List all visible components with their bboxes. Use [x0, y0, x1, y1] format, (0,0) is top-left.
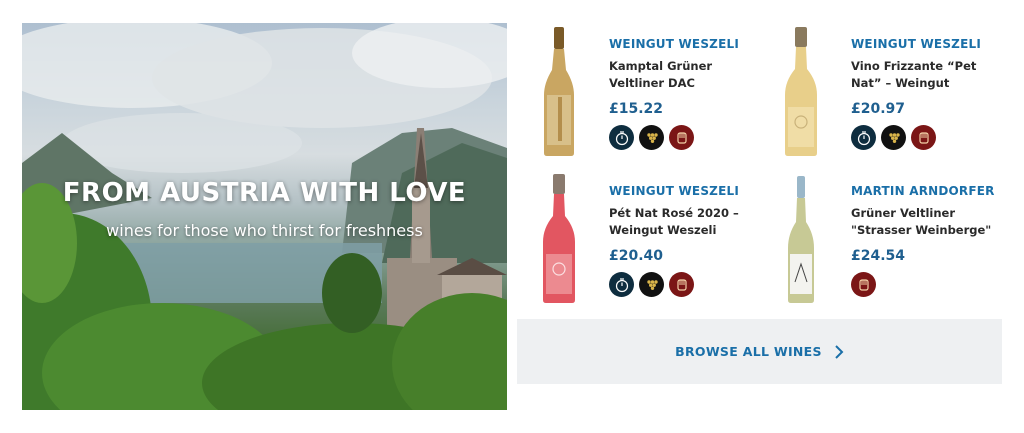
fist-icon [851, 272, 876, 297]
bottle-image[interactable] [526, 25, 592, 160]
product-card[interactable]: WEINGUT WESZELI Vino Frizzante “Pet Nat”… [768, 25, 1008, 160]
product-name[interactable]: Pét Nat Rosé 2020 – Weingut Weszeli [609, 205, 759, 239]
fist-icon [669, 272, 694, 297]
product-price: £20.97 [851, 101, 906, 117]
product-producer[interactable]: WEINGUT WESZELI [609, 184, 759, 198]
badge-row [851, 125, 1001, 150]
clock-icon [851, 125, 876, 150]
clock-icon [609, 272, 634, 297]
bottle-image[interactable] [768, 172, 834, 307]
hero-banner[interactable]: FROM AUSTRIA WITH LOVE wines for those w… [22, 23, 507, 410]
product-name[interactable]: Grüner Veltliner "Strasser Weinberge" [851, 205, 1001, 239]
browse-label: BROWSE ALL WINES [675, 344, 822, 359]
product-producer[interactable]: MARTIN ARNDORFER [851, 184, 1001, 198]
grapes-icon [881, 125, 906, 150]
badge-row [609, 125, 759, 150]
fist-icon [669, 125, 694, 150]
product-price: £20.40 [609, 248, 664, 264]
browse-all-wines-button[interactable]: BROWSE ALL WINES [517, 319, 1002, 384]
hero-title: FROM AUSTRIA WITH LOVE [62, 178, 467, 208]
grapes-icon [639, 272, 664, 297]
product-name[interactable]: Vino Frizzante “Pet Nat” – Weingut [851, 58, 1001, 92]
product-producer[interactable]: WEINGUT WESZELI [851, 37, 1001, 51]
bottle-image[interactable] [768, 25, 834, 160]
fist-icon [911, 125, 936, 150]
product-price: £24.54 [851, 248, 906, 264]
product-price: £15.22 [609, 101, 664, 117]
bottle-image[interactable] [526, 172, 592, 307]
hero-landscape-image [22, 23, 507, 410]
product-name[interactable]: Kamptal Grüner Veltliner DAC [609, 58, 759, 92]
badge-row [609, 272, 759, 297]
product-producer[interactable]: WEINGUT WESZELI [609, 37, 759, 51]
clock-icon [609, 125, 634, 150]
product-card[interactable]: WEINGUT WESZELI Kamptal Grüner Veltliner… [526, 25, 766, 160]
badge-row [851, 272, 1001, 297]
grapes-icon [639, 125, 664, 150]
chevron-right-icon [834, 344, 844, 359]
hero-subtitle: wines for those who thirst for freshness [106, 221, 423, 240]
product-card[interactable]: MARTIN ARNDORFER Grüner Veltliner "Stras… [768, 172, 1008, 307]
product-card[interactable]: WEINGUT WESZELI Pét Nat Rosé 2020 – Wein… [526, 172, 766, 307]
